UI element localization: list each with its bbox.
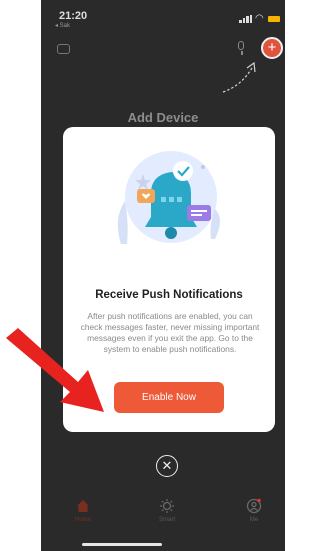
nav-label-home: Home xyxy=(74,517,91,523)
page-title: Add Device xyxy=(127,110,199,125)
status-time: 21:20 xyxy=(59,10,88,22)
phone-screen: 21:20 ◂ Sak ◠ + Add Device Receive Push … xyxy=(41,0,285,551)
back-to-app-link[interactable]: ◂ Sak xyxy=(55,22,70,29)
close-dialog-button[interactable]: ✕ xyxy=(156,455,178,477)
camera-icon[interactable] xyxy=(57,44,70,54)
red-annotation-arrow xyxy=(6,328,104,412)
enable-now-button[interactable]: Enable Now xyxy=(114,382,224,413)
signal-icon xyxy=(239,15,253,23)
me-icon xyxy=(246,498,262,514)
smart-icon xyxy=(160,499,174,513)
nav-label-me: Me xyxy=(249,517,259,523)
nav-item-smart[interactable]: Smart xyxy=(142,498,192,523)
dialog-title: Receive Push Notifications xyxy=(95,289,243,301)
dashed-pointer-arrow xyxy=(222,61,256,93)
nav-item-home[interactable]: Home xyxy=(58,498,108,523)
status-bar: 21:20 ◂ Sak ◠ xyxy=(41,0,285,30)
bottom-navigation: Home Smart Me xyxy=(41,498,285,538)
battery-icon xyxy=(268,16,280,22)
wifi-icon: ◠ xyxy=(255,13,264,24)
notification-bell-illustration xyxy=(117,151,220,244)
home-icon xyxy=(77,500,89,512)
home-indicator xyxy=(82,543,162,546)
nav-item-me[interactable]: Me xyxy=(229,498,279,523)
nav-label-smart: Smart xyxy=(158,517,175,523)
